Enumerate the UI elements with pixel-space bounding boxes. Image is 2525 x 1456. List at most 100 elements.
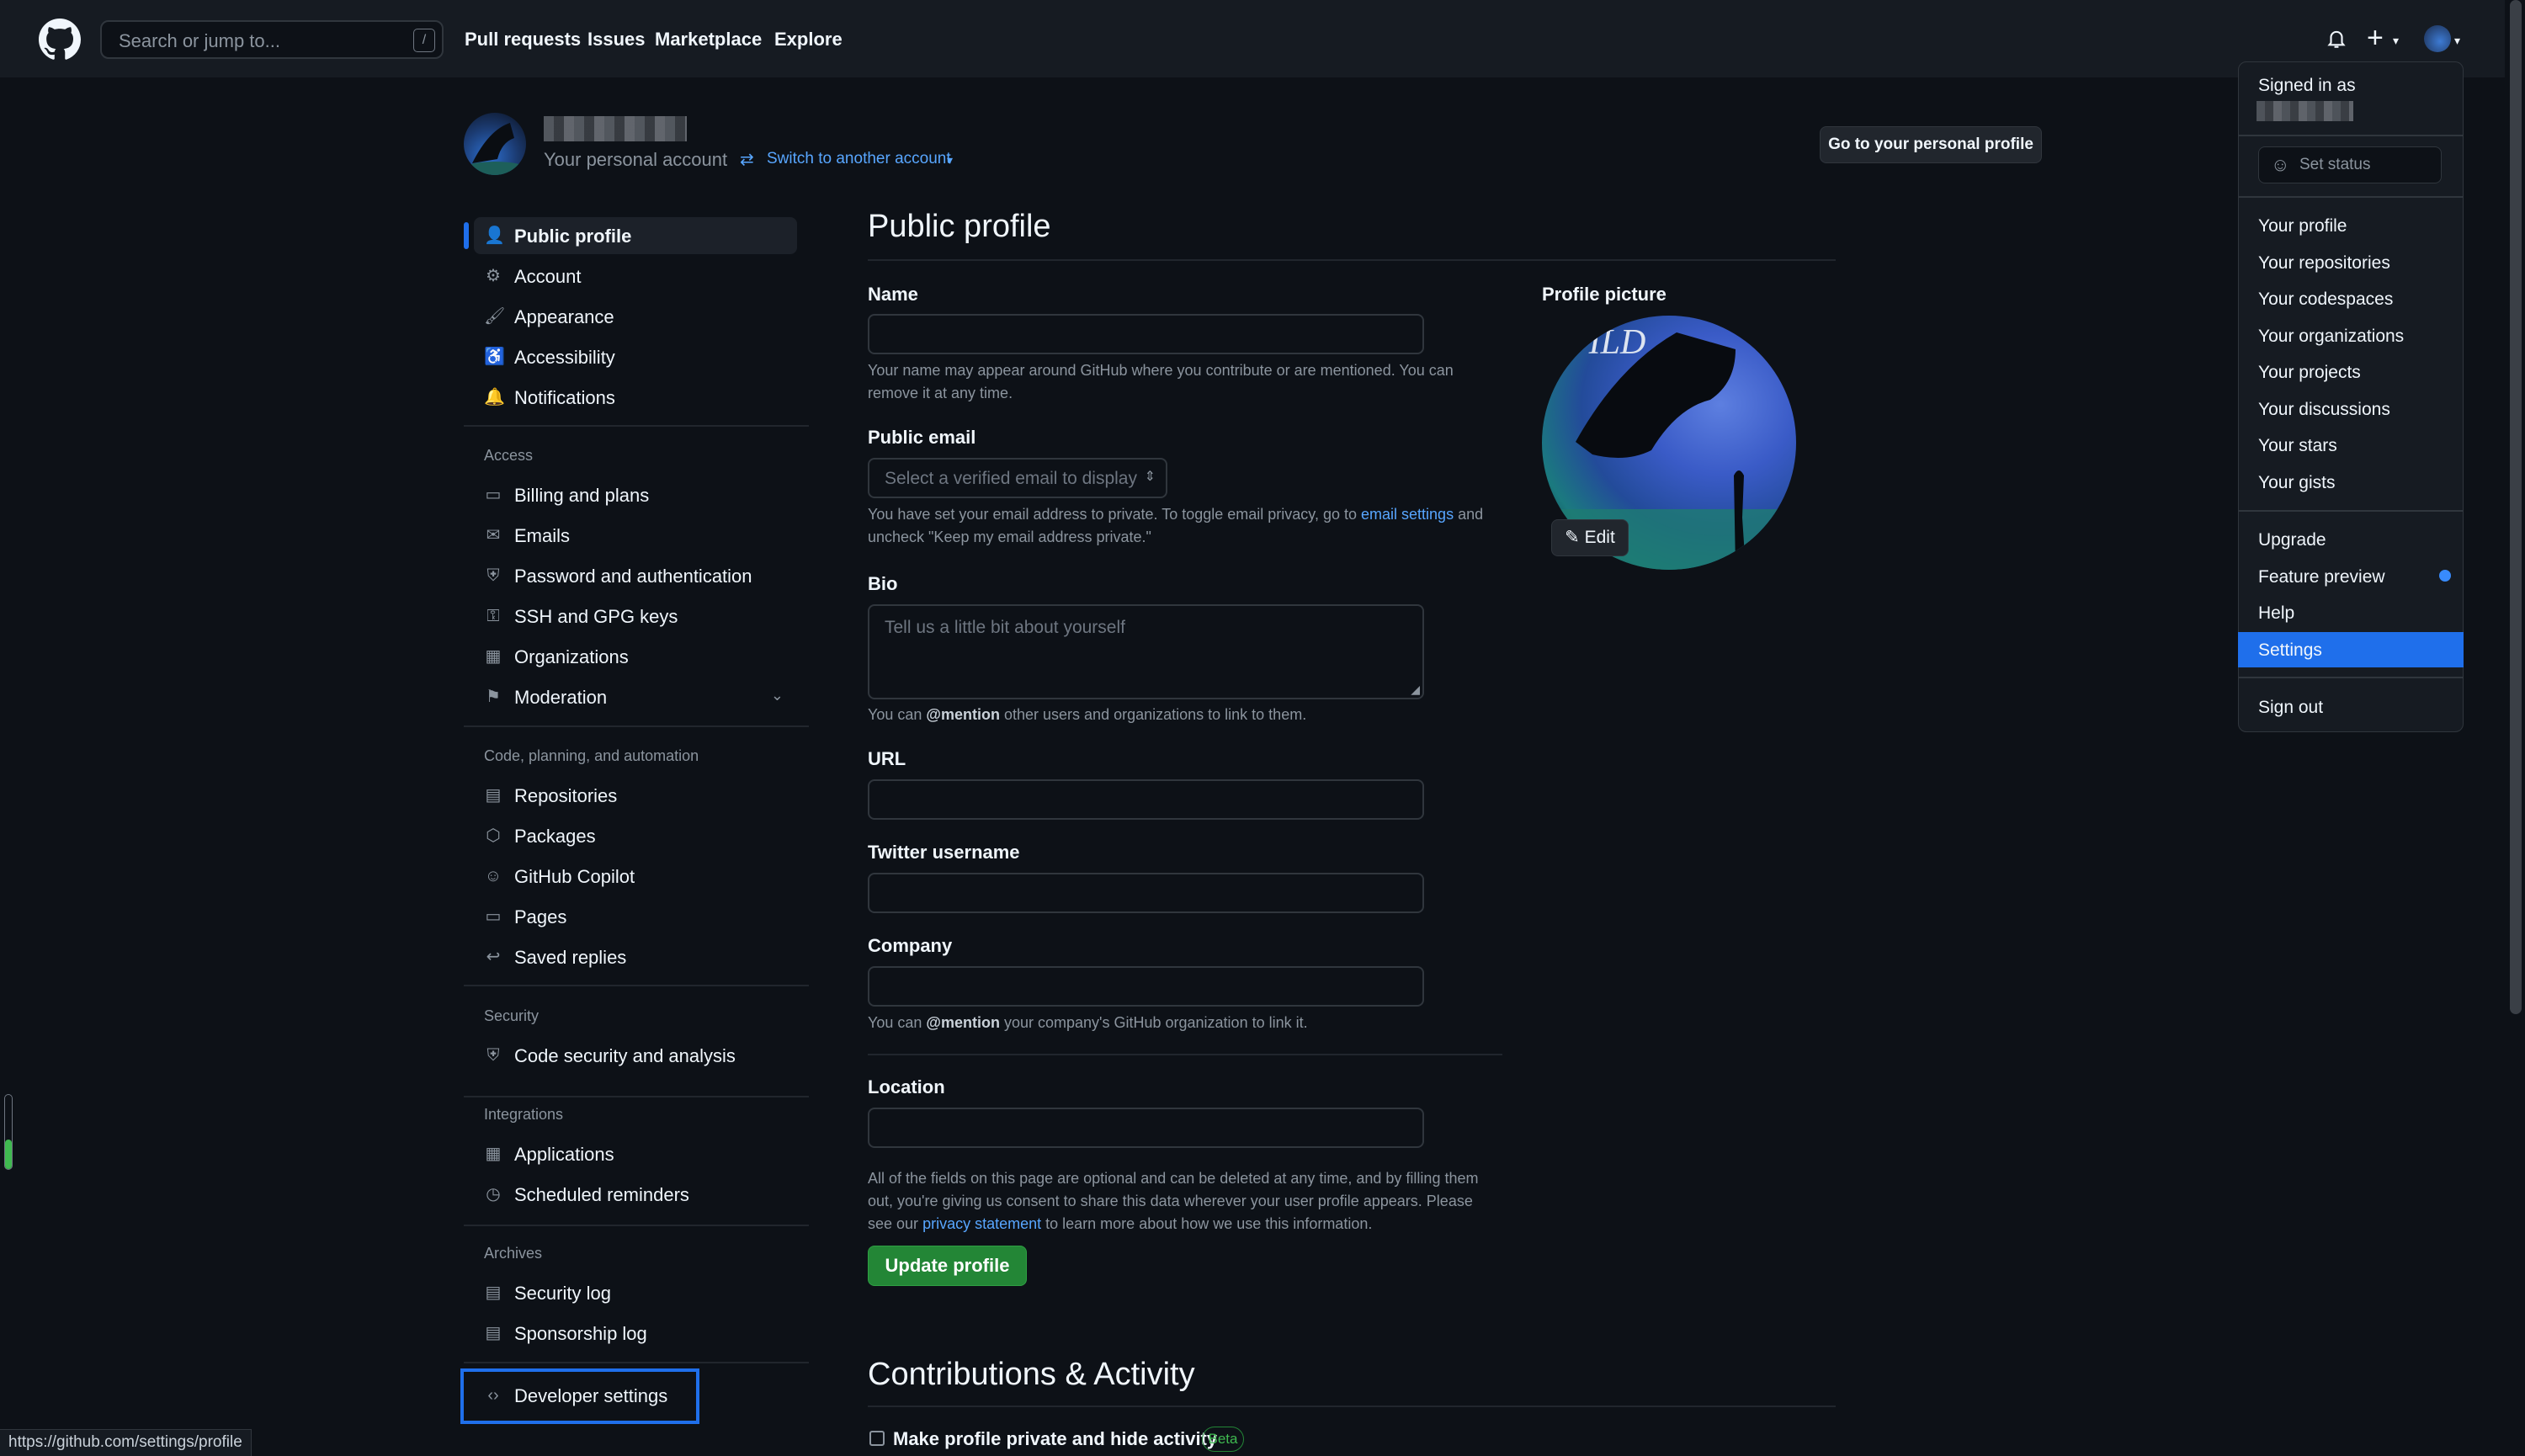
location-field[interactable] bbox=[868, 1108, 1424, 1148]
sidebar-item-label: Emails bbox=[514, 525, 571, 546]
location-divider bbox=[868, 1054, 1502, 1055]
url-field[interactable] bbox=[868, 779, 1424, 820]
report-icon: ⚑ bbox=[486, 688, 501, 706]
sidebar-item-label: Billing and plans bbox=[514, 485, 650, 506]
bio-textarea[interactable]: Tell us a little bit about yourself ◢ bbox=[868, 604, 1424, 699]
sidebar-item-label: Saved replies bbox=[514, 947, 627, 968]
name-note: Your name may appear around GitHub where… bbox=[868, 362, 1454, 401]
shield-lock-icon: ⛨ bbox=[486, 566, 500, 585]
sidebar-item-packages[interactable]: ⬡ Packages bbox=[474, 817, 797, 854]
menu-item-help[interactable]: Help bbox=[2238, 595, 2464, 630]
github-logo-icon[interactable] bbox=[39, 19, 81, 61]
private-profile-checkbox[interactable] bbox=[869, 1431, 885, 1446]
sidebar-item-scheduled-reminders[interactable]: ◷ Scheduled reminders bbox=[474, 1176, 797, 1213]
nav-marketplace[interactable]: Marketplace bbox=[655, 29, 762, 50]
menu-item-settings[interactable]: Settings bbox=[2238, 631, 2464, 667]
sidebar-item-sponsorship-log[interactable]: ▤ Sponsorship log bbox=[474, 1315, 797, 1352]
sidebar-item-password-and-authentication[interactable]: ⛨ Password and authentication bbox=[474, 557, 797, 594]
sidebar-item-label: Public profile bbox=[514, 226, 632, 247]
menu-item-your-codespaces[interactable]: Your codespaces bbox=[2238, 281, 2464, 316]
sidebar-item-label: Repositories bbox=[514, 785, 618, 806]
sidebar-item-applications[interactable]: ▦ Applications bbox=[474, 1135, 797, 1172]
menu-item-your-gists[interactable]: Your gists bbox=[2238, 465, 2464, 500]
resize-handle-icon[interactable]: ◢ bbox=[1411, 683, 1420, 697]
sidebar-item-label: Moderation bbox=[514, 687, 608, 708]
edit-picture-button[interactable]: ✎ Edit bbox=[1551, 519, 1629, 556]
sidebar-item-billing-and-plans[interactable]: ▭ Billing and plans bbox=[474, 476, 797, 513]
name-field[interactable] bbox=[868, 314, 1424, 354]
credit-card-icon: ▭ bbox=[485, 486, 502, 504]
menu-item-your-repositories[interactable]: Your repositories bbox=[2238, 245, 2464, 280]
contributions-title: Contributions & Activity bbox=[868, 1357, 1195, 1392]
nav-explore[interactable]: Explore bbox=[774, 29, 843, 50]
email-settings-link[interactable]: email settings bbox=[1361, 506, 1454, 523]
set-status-label: Set status bbox=[2299, 156, 2371, 173]
create-new-icon[interactable]: + bbox=[2367, 24, 2384, 52]
bell-icon: 🔔 bbox=[484, 388, 505, 407]
private-profile-label: Make profile private and hide activity bbox=[893, 1428, 1218, 1449]
beta-badge: Beta bbox=[1202, 1427, 1244, 1452]
chevron-down-icon[interactable]: ⌄ bbox=[771, 687, 784, 704]
nav-issues[interactable]: Issues bbox=[587, 29, 646, 50]
public-email-select[interactable]: Select a verified email to display ⇕ bbox=[868, 458, 1167, 498]
twitter-field[interactable] bbox=[868, 873, 1424, 913]
menu-item-your-discussions[interactable]: Your discussions bbox=[2238, 391, 2464, 427]
dropdown-divider bbox=[2238, 196, 2464, 198]
feature-preview-dot bbox=[2439, 570, 2451, 582]
page-title: Public profile bbox=[868, 209, 1051, 244]
sidebar-item-code-security-and-analysis[interactable]: ⛨ Code security and analysis bbox=[474, 1037, 797, 1074]
update-profile-button[interactable]: Update profile bbox=[868, 1246, 1027, 1286]
sidebar-item-ssh-and-gpg-keys[interactable]: ⚿ SSH and GPG keys bbox=[474, 598, 797, 635]
email-note-text: You have set your email address to priva… bbox=[868, 506, 1357, 523]
search-input[interactable]: Search or jump to... / bbox=[100, 20, 444, 59]
menu-item-your-projects[interactable]: Your projects bbox=[2238, 354, 2464, 390]
sidebar-item-label: Applications bbox=[514, 1144, 614, 1165]
status-bar-url: https://github.com/settings/profile bbox=[0, 1429, 252, 1456]
bio-label: Bio bbox=[868, 573, 898, 594]
sidebar-section-heading: Code, planning, and automation bbox=[484, 747, 699, 764]
footer-note: All of the fields on this page are optio… bbox=[868, 1167, 1499, 1235]
scrollbar-thumb[interactable] bbox=[2510, 0, 2522, 1014]
menu-item-sign-out[interactable]: Sign out bbox=[2238, 689, 2464, 725]
go-to-profile-button[interactable]: Go to your personal profile bbox=[1820, 126, 2042, 163]
menu-item-your-organizations[interactable]: Your organizations bbox=[2238, 318, 2464, 353]
set-status-button[interactable]: ☺ Set status bbox=[2258, 146, 2442, 183]
sidebar-item-repositories[interactable]: ▤ Repositories bbox=[474, 777, 797, 814]
sidebar-item-organizations[interactable]: ▦ Organizations bbox=[474, 638, 797, 675]
public-email-placeholder: Select a verified email to display bbox=[885, 469, 1137, 488]
nav-pull-requests[interactable]: Pull requests bbox=[465, 29, 581, 50]
shield-icon: ⛨ bbox=[486, 1046, 500, 1065]
sidebar-item-appearance[interactable]: 🖌 Appearance bbox=[474, 298, 797, 335]
menu-item-your-profile[interactable]: Your profile bbox=[2238, 208, 2464, 243]
sidebar-item-label: Organizations bbox=[514, 646, 629, 667]
sidebar-item-public-profile[interactable]: 👤 Public profile bbox=[464, 217, 797, 254]
search-shortcut-key: / bbox=[413, 29, 435, 52]
create-caret-icon: ▾ bbox=[2393, 34, 2400, 47]
sidebar-item-moderation[interactable]: ⚑ Moderation ⌄ bbox=[474, 678, 797, 715]
menu-item-your-stars[interactable]: Your stars bbox=[2238, 428, 2464, 463]
developer-settings-highlight bbox=[460, 1368, 699, 1424]
side-indicator-fill bbox=[5, 1140, 12, 1169]
sidebar-item-account[interactable]: ⚙ Account bbox=[474, 258, 797, 295]
sidebar-item-pages[interactable]: ▭ Pages bbox=[474, 898, 797, 935]
menu-item-upgrade[interactable]: Upgrade bbox=[2238, 522, 2464, 557]
user-avatar-menu[interactable] bbox=[2424, 25, 2451, 52]
bell-icon[interactable] bbox=[2326, 27, 2347, 50]
privacy-statement-link[interactable]: privacy statement bbox=[922, 1215, 1041, 1232]
sidebar-item-saved-replies[interactable]: ↩ Saved replies bbox=[474, 938, 797, 975]
log-icon: ▤ bbox=[485, 1324, 502, 1342]
sidebar-item-notifications[interactable]: 🔔 Notifications bbox=[474, 379, 797, 416]
public-email-label: Public email bbox=[868, 427, 976, 448]
switch-account-link[interactable]: Switch to another account bbox=[767, 150, 951, 168]
company-field[interactable] bbox=[868, 966, 1424, 1007]
apps-icon: ▦ bbox=[485, 1145, 502, 1163]
sidebar-item-emails[interactable]: ✉ Emails bbox=[474, 517, 797, 554]
repo-icon: ▤ bbox=[485, 786, 502, 805]
bio-placeholder: Tell us a little bit about yourself bbox=[885, 618, 1125, 637]
sidebar-section-heading: Integrations bbox=[484, 1106, 564, 1123]
sidebar-item-accessibility[interactable]: ♿ Accessibility bbox=[474, 338, 797, 375]
log-icon: ▤ bbox=[485, 1283, 502, 1302]
sidebar-item-github-copilot[interactable]: ☺ GitHub Copilot bbox=[474, 858, 797, 895]
sidebar-item-security-log[interactable]: ▤ Security log bbox=[474, 1274, 797, 1311]
menu-item-feature-preview[interactable]: Feature preview bbox=[2238, 559, 2464, 594]
